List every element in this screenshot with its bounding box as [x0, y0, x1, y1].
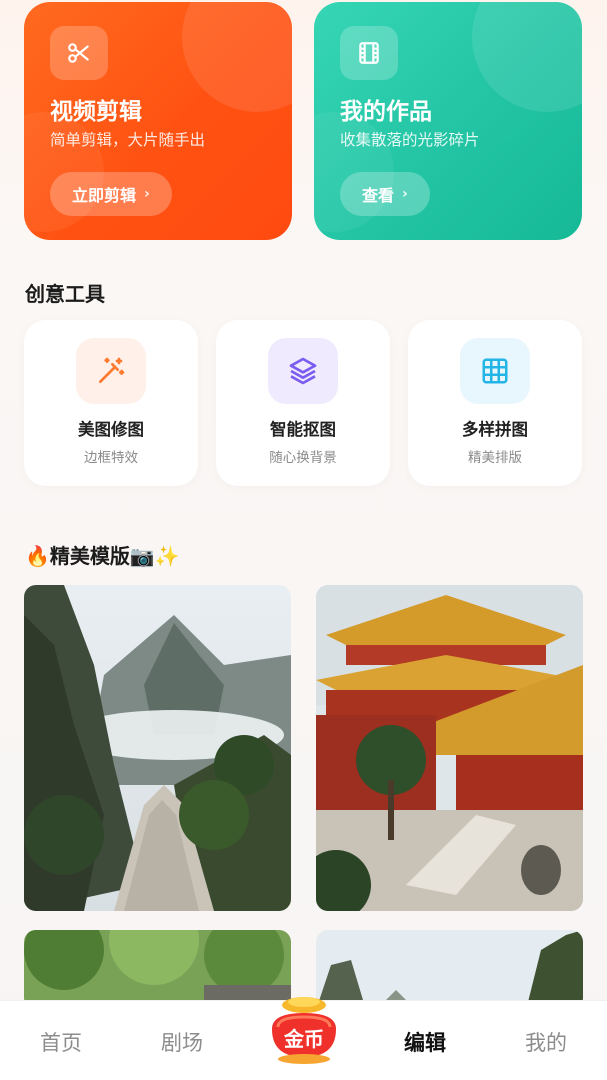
tool-desc: 精美排版 [468, 450, 522, 466]
template-card-mountain[interactable] [24, 585, 291, 911]
template-card-garden[interactable] [24, 930, 291, 1010]
tool-name: 美图修图 [78, 420, 144, 439]
mountain-image [24, 585, 291, 911]
tool-desc: 边框特效 [84, 450, 138, 466]
palace-image [316, 585, 583, 911]
film-icon [340, 26, 398, 80]
scissors-icon [50, 26, 108, 80]
grid-icon [460, 338, 530, 404]
start-edit-label: 立即剪辑 [72, 186, 137, 205]
nav-edit[interactable]: 编辑 [385, 1027, 465, 1057]
tool-desc: 随心换背景 [269, 450, 337, 466]
nav-mine[interactable]: 我的 [506, 1027, 586, 1057]
magic-wand-icon [76, 338, 146, 404]
tool-photo-retouch[interactable]: 美图修图 边框特效 [24, 320, 198, 486]
garden-image [24, 930, 291, 1010]
coin-button[interactable]: 金币 [264, 991, 344, 1071]
video-edit-title: 视频剪辑 [50, 99, 142, 125]
bottom-nav: 首页 剧场 金币 编辑 我的 [0, 997, 607, 1080]
view-works-button[interactable]: 查看 › [340, 172, 430, 216]
tool-name: 智能抠图 [270, 420, 336, 439]
tool-collage[interactable]: 多样拼图 精美排版 [408, 320, 582, 486]
nav-home[interactable]: 首页 [21, 1027, 101, 1057]
creative-tools-title: 创意工具 [25, 282, 105, 306]
layers-icon [268, 338, 338, 404]
chevron-right-icon: › [144, 186, 150, 202]
template-card-karst[interactable] [316, 930, 583, 1010]
video-edit-subtitle: 简单剪辑，大片随手出 [50, 131, 206, 149]
my-works-subtitle: 收集散落的光影碎片 [340, 131, 480, 149]
karst-image [316, 930, 583, 1010]
view-works-label: 查看 [362, 186, 395, 205]
start-edit-button[interactable]: 立即剪辑 › [50, 172, 172, 216]
tool-smart-cutout[interactable]: 智能抠图 随心换背景 [216, 320, 390, 486]
tool-name: 多样拼图 [462, 420, 528, 439]
my-works-title: 我的作品 [340, 99, 432, 125]
templates-title: 🔥精美模版📷✨ [25, 544, 180, 568]
my-works-card[interactable]: 我的作品 收集散落的光影碎片 查看 › [314, 2, 582, 240]
nav-theater[interactable]: 剧场 [142, 1027, 222, 1057]
template-card-palace[interactable] [316, 585, 583, 911]
page: e59c8 视频剪辑 简单剪辑，大片随手出 立即剪辑 › [0, 0, 607, 1080]
chevron-right-icon: › [402, 186, 408, 202]
coin-label: 金币 [284, 1027, 324, 1051]
video-edit-card[interactable]: 视频剪辑 简单剪辑，大片随手出 立即剪辑 › [24, 2, 292, 240]
